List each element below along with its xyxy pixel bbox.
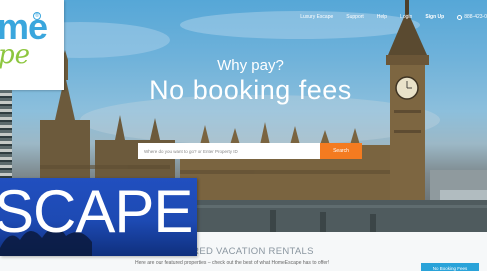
nav-link-luxury-escape[interactable]: Luxury Escape	[300, 14, 333, 20]
banner-text: SCAPE	[0, 178, 193, 245]
phone-icon	[457, 14, 463, 20]
nav-link-login[interactable]: Login	[400, 14, 412, 20]
top-navigation: Luxury Escape Support Help Login Sign Up…	[300, 10, 487, 24]
phone-number-text: 888-423-0	[464, 14, 487, 20]
no-booking-fees-badge[interactable]: No Booking Fees	[421, 263, 479, 271]
logo-text-bottom: pe	[0, 40, 31, 70]
search-button[interactable]: Search	[320, 143, 362, 159]
striped-image-fragment	[0, 90, 12, 178]
destination-search-input[interactable]	[138, 143, 320, 159]
escape-banner-fragment: SCAPE	[0, 178, 197, 256]
hero-heading-small: Why pay?	[217, 57, 284, 74]
hero-heading-large: No booking fees	[149, 75, 352, 105]
nav-link-support[interactable]: Support	[346, 14, 364, 20]
homeescape-logo-fragment: me ® pe	[0, 0, 64, 90]
search-bar: Search	[138, 143, 362, 159]
featured-section-subtitle: Here are our featured properties – check…	[135, 260, 330, 266]
nav-link-help[interactable]: Help	[377, 14, 387, 20]
phone-number[interactable]: 888-423-0	[457, 14, 487, 20]
signup-link[interactable]: Sign Up	[425, 14, 444, 20]
registered-mark-icon: ®	[33, 12, 41, 20]
featured-section-title: URED VACATION RENTALS	[185, 246, 314, 257]
